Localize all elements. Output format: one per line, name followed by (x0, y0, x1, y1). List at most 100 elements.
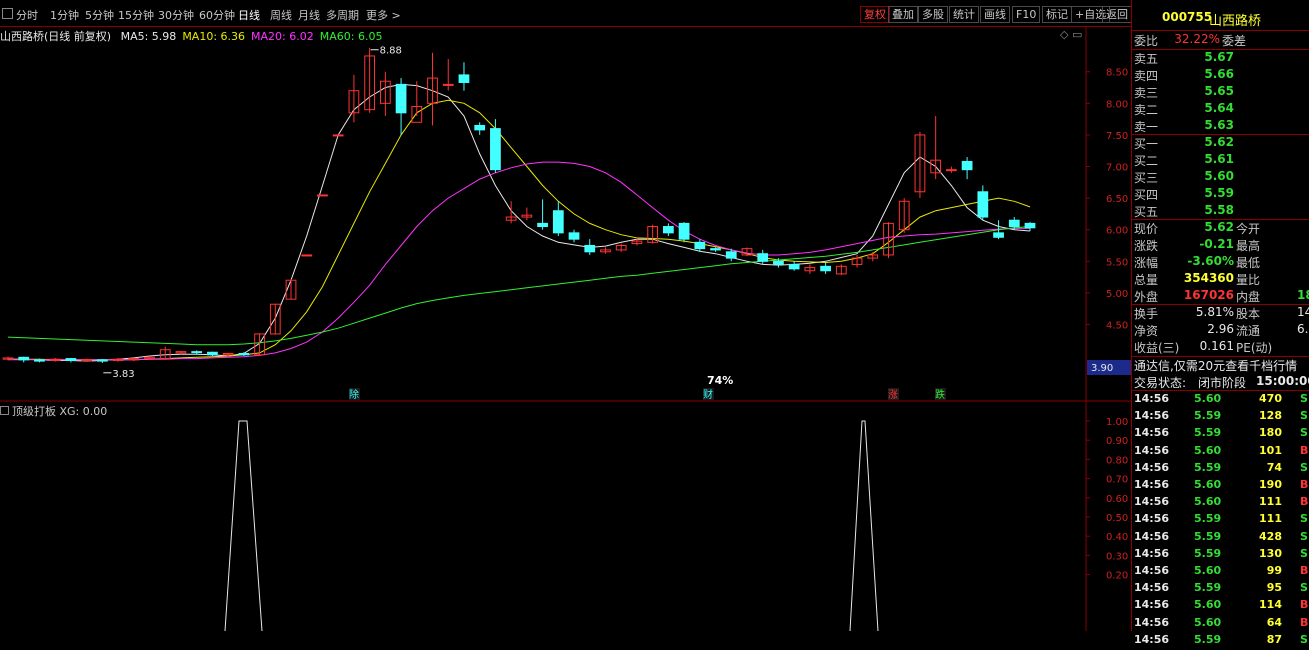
candle-body[interactable] (442, 83, 454, 86)
chart-settings-icons[interactable]: ◇ ▭ (1060, 28, 1082, 41)
candle-body[interactable] (1008, 219, 1020, 228)
period-tab-7[interactable]: 周线 (270, 7, 292, 23)
price-tick-label: 8.00 (1106, 99, 1128, 110)
candle-body[interactable] (207, 351, 218, 356)
bid-row: 买三 5.60 (1132, 169, 1309, 186)
candle-body[interactable] (65, 358, 77, 361)
toolbar-button-1[interactable]: 叠加 (888, 6, 918, 23)
period-tab-9[interactable]: 多周期 (326, 7, 359, 23)
indicator-tick-label: 0.90 (1106, 436, 1128, 447)
period-tab-10[interactable]: 更多 > (366, 7, 401, 23)
event-marker-0[interactable]: 除 (349, 388, 359, 401)
stat-row: 现价 5.62 今开 (1132, 220, 1309, 237)
candle-body[interactable] (34, 359, 45, 362)
candle-body[interactable] (490, 128, 501, 171)
toolbar-button-6[interactable]: 标记 (1042, 6, 1072, 23)
candle-body[interactable] (301, 254, 313, 257)
candle-body[interactable] (662, 226, 674, 234)
stat-label: 现价 (1134, 222, 1159, 236)
stat-value: 354360 (1183, 271, 1234, 285)
candle-body[interactable] (1024, 222, 1036, 229)
candle-body[interactable] (788, 263, 800, 270)
trade-time: 14:56 (1134, 564, 1170, 577)
trade-row: 14:56 5.60 114 B (1132, 598, 1309, 615)
period-tab-5[interactable]: 60分钟 (199, 7, 235, 23)
stat-label: 涨跌 (1134, 239, 1159, 253)
chart-canvas[interactable]: 8.50 8.00 7.50 7.00 6.50 6.00 5.50 5.00 4.50 3.90… (0, 27, 1131, 631)
candle-body[interactable] (458, 74, 470, 83)
stat-label-2: 量比 (1236, 273, 1261, 287)
stat2-row: 收益(三) 0.161 PE(动) (1132, 339, 1309, 356)
candle-body[interactable] (317, 194, 328, 197)
toolbar-toggle-icon[interactable] (2, 8, 13, 19)
candle-body[interactable] (96, 359, 108, 362)
toolbar-button-8[interactable]: 返回 (1102, 6, 1132, 23)
candle-body[interactable] (757, 253, 769, 262)
trade-volume: 128 (1259, 409, 1282, 423)
candle-body[interactable] (191, 351, 203, 354)
candle-body[interactable] (537, 222, 548, 228)
period-tab-8[interactable]: 月线 (298, 7, 320, 23)
toolbar-button-2[interactable]: 多股 (918, 6, 948, 23)
candle-body[interactable] (946, 169, 957, 172)
event-marker-3[interactable]: 跌 (935, 388, 945, 401)
toolbar: 分时 1分钟 5分钟 15分钟 30分钟 60分钟 日线 周线 月线 多周期 更多 > 复权 叠加 多股… (0, 0, 1132, 27)
candle-body[interactable] (678, 222, 690, 240)
candle-body[interactable] (993, 232, 1004, 238)
trade-volume: 111 (1259, 495, 1282, 509)
event-marker-2[interactable]: 涨 (888, 389, 898, 401)
period-tab-3[interactable]: 15分钟 (118, 7, 154, 23)
candle-body[interactable] (694, 241, 706, 250)
price-tick-label: 8.50 (1106, 68, 1128, 79)
period-tab-1[interactable]: 1分钟 (50, 7, 79, 23)
stock-name: 山西路桥 (1209, 14, 1262, 29)
candle-body[interactable] (395, 83, 407, 114)
period-tab-4[interactable]: 30分钟 (158, 7, 194, 23)
candle-body[interactable] (961, 160, 973, 171)
period-tab-2[interactable]: 5分钟 (85, 7, 114, 23)
trade-side: B (1300, 598, 1309, 612)
notice-row[interactable]: 通达信,仅需20元查看千档行情 (1132, 357, 1309, 374)
bid-label: 买一 (1134, 137, 1159, 151)
candle-body[interactable] (568, 232, 580, 240)
trade-price: 5.60 (1194, 564, 1222, 577)
candle-body[interactable] (18, 356, 30, 361)
stat-row: 总量 354360 量比 (1132, 271, 1309, 288)
trade-price: 5.59 (1194, 581, 1222, 595)
trade-time: 14:56 (1134, 443, 1170, 457)
ma-legend-2: MA20: 6.02 (251, 30, 314, 43)
notice-text[interactable]: 通达信,仅需20元查看千档行情 (1134, 357, 1297, 374)
trade-volume: 111 (1259, 512, 1282, 526)
stat2-row: 净资 2.96 流通 6. (1132, 322, 1309, 339)
candle-body[interactable] (81, 359, 92, 362)
kline-chart: 8.50 8.00 7.50 7.00 6.50 6.00 5.50 5.00 4.50 3.90… (0, 27, 1131, 631)
candle-body[interactable] (552, 210, 564, 234)
stat-row: 涨跌 -0.21 最高 (1132, 237, 1309, 254)
ma-line-ma20 (8, 161, 1030, 361)
event-marker-1[interactable]: 财 (703, 388, 713, 401)
candle-body[interactable] (725, 251, 737, 259)
candle-body[interactable] (977, 191, 989, 218)
stat-value: 167026 (1183, 288, 1234, 302)
candle-body[interactable] (332, 134, 344, 137)
trade-side: B (1300, 495, 1309, 509)
candle-body[interactable] (710, 248, 721, 251)
candle-body[interactable] (238, 353, 250, 356)
toolbar-button-3[interactable]: 统计 (949, 6, 979, 23)
candle-body[interactable] (474, 124, 486, 131)
bid-price: 5.61 (1204, 152, 1234, 166)
candle-body[interactable] (773, 260, 784, 265)
trade-side: S (1300, 392, 1308, 405)
status-label: 交易状态: (1134, 376, 1187, 390)
trade-time: 14:56 (1134, 581, 1170, 595)
candle-body[interactable] (584, 244, 596, 253)
toolbar-button-5[interactable]: F10 (1012, 6, 1041, 23)
toolbar-button-0[interactable]: 复权 (860, 6, 890, 23)
candle-body[interactable] (820, 265, 831, 272)
period-tab-6[interactable]: 日线 (238, 7, 260, 23)
indicator-collapse-icon[interactable] (0, 406, 9, 415)
period-tab-0[interactable]: 分时 (16, 7, 38, 23)
trade-row: 14:56 5.60 101 B (1132, 444, 1309, 461)
toolbar-button-4[interactable]: 画线 (980, 6, 1010, 23)
trade-price: 5.59 (1194, 426, 1222, 440)
